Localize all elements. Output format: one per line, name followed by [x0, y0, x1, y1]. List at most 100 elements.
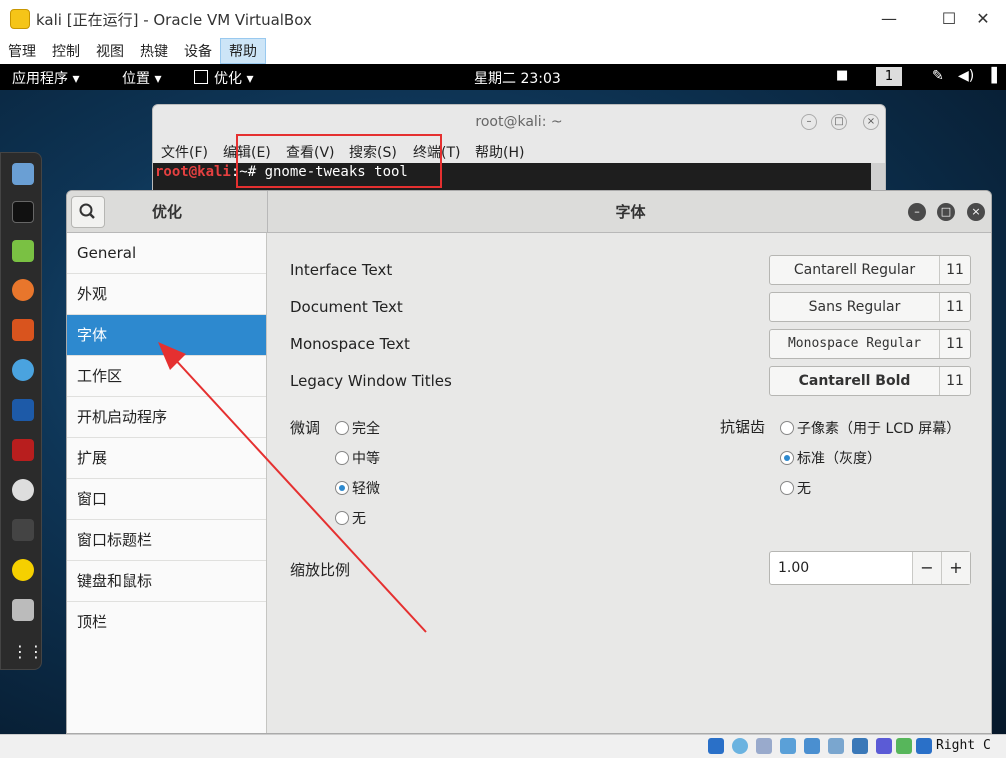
sidebar-item-startup[interactable]: 开机启动程序 [67, 397, 266, 438]
terminal-menu-file[interactable]: 文件(F) [161, 142, 208, 162]
fonts-panel: Interface Text Cantarell Regular 11 Docu… [268, 233, 991, 733]
sidebar-item-windows[interactable]: 窗口 [67, 479, 266, 520]
tweaks-maximize-button[interactable]: □ [937, 203, 955, 221]
keyboard-icon[interactable] [12, 599, 34, 621]
info-icon[interactable] [12, 559, 34, 581]
font-label-interface: Interface Text [290, 261, 393, 279]
font-button-monospace[interactable]: Monospace Regular 11 [769, 329, 971, 359]
notes-icon[interactable] [12, 240, 34, 262]
sidebar-item-appearance[interactable]: 外观 [67, 274, 266, 315]
metasploit-icon[interactable] [12, 399, 34, 421]
tweaks-header-bar: 优化 字体 – □ × [67, 191, 991, 233]
recording-icon[interactable] [876, 738, 892, 754]
terminal-close-button[interactable]: × [863, 114, 879, 130]
font-button-legacy-titles[interactable]: Cantarell Bold 11 [769, 366, 971, 396]
radio-label: 轻微 [352, 481, 380, 497]
power-icon[interactable]: ▐ [986, 68, 997, 84]
scale-spinbutton[interactable]: 1.00 − + [769, 551, 971, 585]
camera-icon[interactable]: ■ [836, 68, 848, 83]
burpsuite-icon[interactable] [12, 319, 34, 341]
close-button[interactable]: ✕ [960, 6, 1006, 32]
scale-value[interactable]: 1.00 [778, 560, 809, 576]
volume-icon[interactable]: ◀) [958, 68, 974, 84]
prompt-user: root@kali [155, 164, 231, 180]
terminal-icon[interactable] [12, 201, 34, 223]
menu-hotkeys[interactable]: 热键 [132, 39, 176, 65]
font-size: 11 [946, 373, 964, 389]
terminal-menu-help[interactable]: 帮助(H) [475, 142, 524, 162]
scale-label: 缩放比例 [290, 561, 351, 579]
audio-icon[interactable] [756, 738, 772, 754]
firefox-icon[interactable] [12, 279, 34, 301]
minimize-button[interactable]: — [866, 6, 912, 32]
vbox-statusbar: Right C [0, 734, 1006, 758]
maltego-icon[interactable] [12, 479, 34, 501]
annotation-highlight-box [236, 134, 442, 188]
sidebar-item-keyboard-mouse[interactable]: 键盘和鼠标 [67, 561, 266, 602]
tweaks-window: 优化 字体 – □ × General 外观 字体 工作区 开机启动程序 扩展 … [66, 190, 992, 734]
network-icon[interactable] [780, 738, 796, 754]
display-icon[interactable] [852, 738, 868, 754]
search-button[interactable] [71, 196, 105, 228]
vbox-title-bar: kali [正在运行] - Oracle VM VirtualBox — ☐ ✕ [0, 0, 1006, 38]
menu-manage[interactable]: 管理 [0, 39, 44, 65]
menu-view[interactable]: 视图 [88, 39, 132, 65]
app-grid-icon[interactable]: ⋮⋮ [12, 641, 44, 663]
hinting-medium-radio[interactable]: 中等 [335, 448, 380, 468]
shared-folder-icon[interactable] [828, 738, 844, 754]
menu-control[interactable]: 控制 [44, 39, 88, 65]
sidebar-item-general[interactable]: General [67, 233, 266, 274]
hinting-full-radio[interactable]: 完全 [335, 418, 380, 438]
scale-increase-button[interactable]: + [941, 552, 970, 584]
window-title: kali [正在运行] - Oracle VM VirtualBox [36, 11, 312, 29]
hinting-slight-radio[interactable]: 轻微 [335, 478, 380, 498]
sidebar-item-workspaces[interactable]: 工作区 [67, 356, 266, 397]
antialias-standard-radio[interactable]: 标准（灰度） [780, 448, 881, 468]
files-icon[interactable] [12, 163, 34, 185]
font-button-document[interactable]: Sans Regular 11 [769, 292, 971, 322]
font-label-legacy-titles: Legacy Window Titles [290, 372, 452, 390]
usb-icon[interactable] [804, 738, 820, 754]
tweaks-app-menu[interactable]: 优化 ▾ [214, 68, 253, 88]
hdd-icon[interactable] [708, 738, 724, 754]
sidebar-item-fonts[interactable]: 字体 [67, 315, 266, 356]
applications-menu[interactable]: 应用程序 ▾ [12, 68, 79, 88]
font-size: 11 [946, 336, 964, 352]
menu-help[interactable]: 帮助 [220, 38, 266, 64]
font-label-monospace: Monospace Text [290, 335, 410, 353]
clock[interactable]: 星期二 23:03 [474, 68, 561, 88]
places-menu[interactable]: 位置 ▾ [122, 68, 161, 88]
hinting-none-radio[interactable]: 无 [335, 508, 366, 528]
font-size: 11 [946, 299, 964, 315]
cpu-icon[interactable] [896, 738, 912, 754]
antialias-subpixel-radio[interactable]: 子像素（用于 LCD 屏幕） [780, 418, 960, 438]
scale-decrease-button[interactable]: − [912, 552, 941, 584]
tweaks-minimize-button[interactable]: – [908, 203, 926, 221]
radio-label: 无 [352, 511, 366, 527]
antialias-none-radio[interactable]: 无 [780, 478, 811, 498]
radio-label: 标准（灰度） [797, 451, 881, 467]
tweaks-sidebar: General 外观 字体 工作区 开机启动程序 扩展 窗口 窗口标题栏 键盘和… [67, 233, 267, 733]
mouse-integration-icon[interactable] [916, 738, 932, 754]
radio-label: 子像素（用于 LCD 屏幕） [797, 421, 961, 437]
host-key-label: Right C [936, 738, 991, 753]
font-label-document: Document Text [290, 298, 403, 316]
workspace-indicator[interactable]: 1 [876, 67, 902, 86]
settings-icon[interactable]: ✎ [932, 68, 944, 84]
cherry-icon[interactable] [12, 439, 34, 461]
tweaks-close-button[interactable]: × [967, 203, 985, 221]
tweaks-app-icon [194, 70, 208, 84]
wireless-icon[interactable] [12, 519, 34, 541]
terminal-maximize-button[interactable]: □ [831, 114, 847, 130]
sidebar-item-titlebars[interactable]: 窗口标题栏 [67, 520, 266, 561]
font-button-interface[interactable]: Cantarell Regular 11 [769, 255, 971, 285]
font-name: Monospace Regular [770, 330, 940, 358]
sidebar-item-topbar[interactable]: 顶栏 [67, 602, 266, 643]
eye-icon[interactable] [12, 359, 34, 381]
optical-drive-icon[interactable] [732, 738, 748, 754]
gnome-top-bar: 应用程序 ▾ 位置 ▾ 优化 ▾ 星期二 23:03 ■ 1 ✎ ◀) ▐ [0, 64, 1006, 90]
terminal-minimize-button[interactable]: – [801, 114, 817, 130]
font-size: 11 [946, 262, 964, 278]
menu-devices[interactable]: 设备 [176, 39, 220, 65]
sidebar-item-extensions[interactable]: 扩展 [67, 438, 266, 479]
